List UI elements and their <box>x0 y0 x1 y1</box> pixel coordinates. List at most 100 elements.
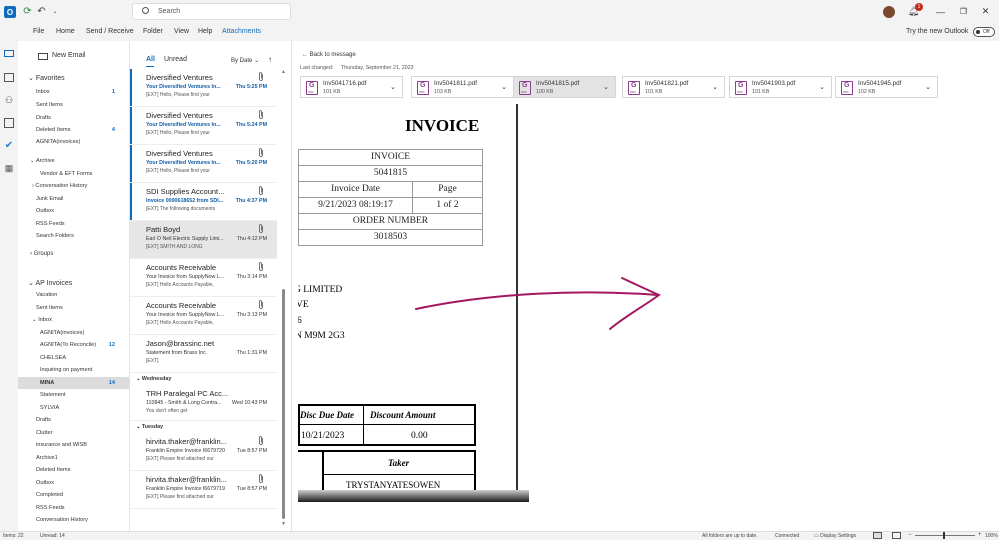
apps-icon[interactable]: ▦ <box>3 163 15 173</box>
folder-ap-rss[interactable]: RSS Feeds <box>36 505 65 511</box>
folder-ap-deleted[interactable]: Deleted Items <box>36 467 71 473</box>
folder-ap-sent[interactable]: Sent Items <box>36 305 63 311</box>
customize-dropdown-icon[interactable]: ⌄ <box>51 6 59 17</box>
folder-inbox-inquiring[interactable]: Inquiring on payment <box>40 367 92 373</box>
groups-header[interactable]: › Groups <box>30 251 53 257</box>
folder-ap-drafts[interactable]: Drafts <box>36 417 51 423</box>
attachment-chip[interactable]: G PDF Inv5041815.pdf 100 KB ⌄ <box>513 76 616 98</box>
try-new-outlook-label: Try the new Outlook <box>906 28 969 35</box>
new-outlook-toggle[interactable]: Off <box>973 27 995 37</box>
list-item[interactable]: SDI Supplies Account... Invoice 000061865… <box>130 183 277 221</box>
mail-icon[interactable] <box>4 50 14 57</box>
folder-inbox-sylvia[interactable]: SYLVIA <box>40 405 59 411</box>
todo-check-icon[interactable]: ✔ <box>3 140 15 151</box>
undo-icon[interactable]: ↶ <box>36 6 47 17</box>
maximize-icon[interactable]: ❐ <box>958 6 969 17</box>
search-box[interactable]: Search <box>132 3 291 20</box>
sort-direction-icon[interactable]: ↑ <box>268 55 272 64</box>
folder-inbox-chelsea[interactable]: CHELSEA <box>40 355 66 361</box>
folder-fav-agnita[interactable]: AGNITA(invoices) <box>36 139 80 145</box>
zoom-slider[interactable] <box>915 535 975 536</box>
folder-vendor-eft[interactable]: Vendor & EFT Forms <box>40 171 92 177</box>
tab-unread[interactable]: Unread <box>164 56 187 63</box>
normal-view-icon[interactable] <box>873 532 882 539</box>
folder-vacation[interactable]: Vacation <box>36 292 57 298</box>
list-item[interactable]: TRH Paralegal PC Acc... 110845 - Smith & … <box>130 385 277 421</box>
chevron-down-icon[interactable]: ⌄ <box>712 83 718 91</box>
new-email-button[interactable]: New Email <box>22 51 122 65</box>
display-settings-button[interactable]: ▭ Display Settings <box>814 533 856 539</box>
folder-inbox-statement[interactable]: Statement <box>40 392 66 398</box>
list-item[interactable]: hirvita.thaker@franklin... Franklin Empir… <box>130 471 277 509</box>
avatar[interactable] <box>883 6 895 18</box>
favorites-header[interactable]: ⌄ Favorites <box>28 74 65 82</box>
chevron-down-icon[interactable]: ⌄ <box>501 83 507 91</box>
zoom-out-icon[interactable]: − <box>908 532 912 538</box>
scroll-thumb[interactable] <box>282 289 285 519</box>
zoom-in-icon[interactable]: + <box>978 532 982 538</box>
attachment-chip[interactable]: G PDF Inv5041811.pdf 103 KB ⌄ <box>411 76 514 98</box>
folder-fav-sent[interactable]: Sent Items <box>36 102 63 108</box>
scrollbar[interactable]: ▲ ▼ <box>281 69 286 529</box>
chevron-down-icon[interactable]: ⌄ <box>819 83 825 91</box>
folder-ap-outbox[interactable]: Outbox <box>36 480 54 486</box>
tasks-icon[interactable] <box>4 118 14 128</box>
folder-rss[interactable]: RSS Feeds <box>36 221 65 227</box>
close-icon[interactable]: ✕ <box>980 6 991 17</box>
menu-folder[interactable]: Folder <box>143 28 163 35</box>
folder-fav-inbox[interactable]: Inbox <box>36 89 50 95</box>
folder-completed[interactable]: Completed <box>36 492 63 498</box>
ap-invoices-header[interactable]: ⌄ AP Invoices <box>28 279 72 287</box>
zoom-slider-thumb[interactable] <box>943 532 945 539</box>
folder-outbox[interactable]: Outbox <box>36 208 54 214</box>
folder-junk[interactable]: Junk Email <box>36 196 63 202</box>
folder-ap-conversation[interactable]: Conversation History <box>36 517 88 523</box>
folder-clutter[interactable]: Clutter <box>36 430 52 436</box>
menu-help[interactable]: Help <box>198 28 212 35</box>
people-icon[interactable]: ⚇ <box>3 95 15 105</box>
attachment-name: Inv5041945.pdf <box>858 80 902 87</box>
menu-send-receive[interactable]: Send / Receive <box>86 28 133 35</box>
sort-dropdown[interactable]: By Date ⌄ <box>231 57 259 64</box>
list-item[interactable]: hirvita.thaker@franklin... Franklin Empir… <box>130 433 277 471</box>
folder-search[interactable]: Search Folders <box>36 233 74 239</box>
folder-inbox-agnita-reconcile[interactable]: AGNITA(To Reconcile) <box>40 342 96 348</box>
group-header-tuesday[interactable]: ⌄ Tuesday <box>130 424 277 430</box>
attachment-chip[interactable]: G PDF Inv5041821.pdf 101 KB ⌄ <box>622 76 725 98</box>
calendar-icon[interactable] <box>4 73 14 82</box>
sync-icon[interactable]: ⟳ <box>22 6 33 17</box>
menu-file[interactable]: File <box>33 28 44 35</box>
folder-insurance[interactable]: insurance and WISB <box>36 442 87 448</box>
scroll-down-icon[interactable]: ▼ <box>281 521 286 527</box>
list-item[interactable]: Diversified Ventures Your Diversified Ven… <box>130 69 277 107</box>
archive-header[interactable]: ⌄ Archive <box>30 158 55 164</box>
chevron-down-icon[interactable]: ⌄ <box>925 83 931 91</box>
reading-view-icon[interactable] <box>892 532 901 539</box>
folder-fav-drafts[interactable]: Drafts <box>36 115 51 121</box>
menu-home[interactable]: Home <box>56 28 75 35</box>
chevron-down-icon[interactable]: ⌄ <box>390 83 396 91</box>
attachment-chip[interactable]: G PDF Inv5041903.pdf 101 KB ⌄ <box>729 76 832 98</box>
minimize-icon[interactable]: — <box>935 6 946 17</box>
message-sender: Accounts Receivable <box>146 263 217 272</box>
list-item[interactable]: Patti Boyd Earl O Neil Electric Supply Li… <box>130 221 277 259</box>
scroll-up-icon[interactable]: ▲ <box>281 69 286 75</box>
list-item[interactable]: Accounts Receivable Your Invoice from Sup… <box>130 259 277 297</box>
list-item[interactable]: Diversified Ventures Your Diversified Ven… <box>130 145 277 183</box>
list-item[interactable]: Jason@brassinc.net Statement from Brass I… <box>130 335 277 373</box>
group-header-wednesday[interactable]: ⌄ Wednesday <box>130 376 277 382</box>
folder-conversation-history[interactable]: › Conversation History <box>32 183 87 189</box>
menu-view[interactable]: View <box>174 28 189 35</box>
tab-all[interactable]: All <box>146 56 155 63</box>
folder-ap-inbox[interactable]: ⌄ Inbox <box>32 317 52 323</box>
menu-attachments[interactable]: Attachments <box>222 28 261 35</box>
list-item[interactable]: Diversified Ventures Your Diversified Ven… <box>130 107 277 145</box>
folder-inbox-mina[interactable]: MINA <box>40 380 54 386</box>
folder-archive1[interactable]: Archive1 <box>36 455 58 461</box>
folder-inbox-agnita[interactable]: AGNITA(invoices) <box>40 330 84 336</box>
attachment-chip[interactable]: G PDF Inv5041716.pdf 101 KB ⌄ <box>300 76 403 98</box>
folder-fav-deleted[interactable]: Deleted Items <box>36 127 71 133</box>
attachment-chip[interactable]: G PDF Inv5041945.pdf 102 KB ⌄ <box>835 76 938 98</box>
chevron-down-icon[interactable]: ⌄ <box>603 83 609 91</box>
list-item[interactable]: Accounts Receivable Your Invoice from Sup… <box>130 297 277 335</box>
